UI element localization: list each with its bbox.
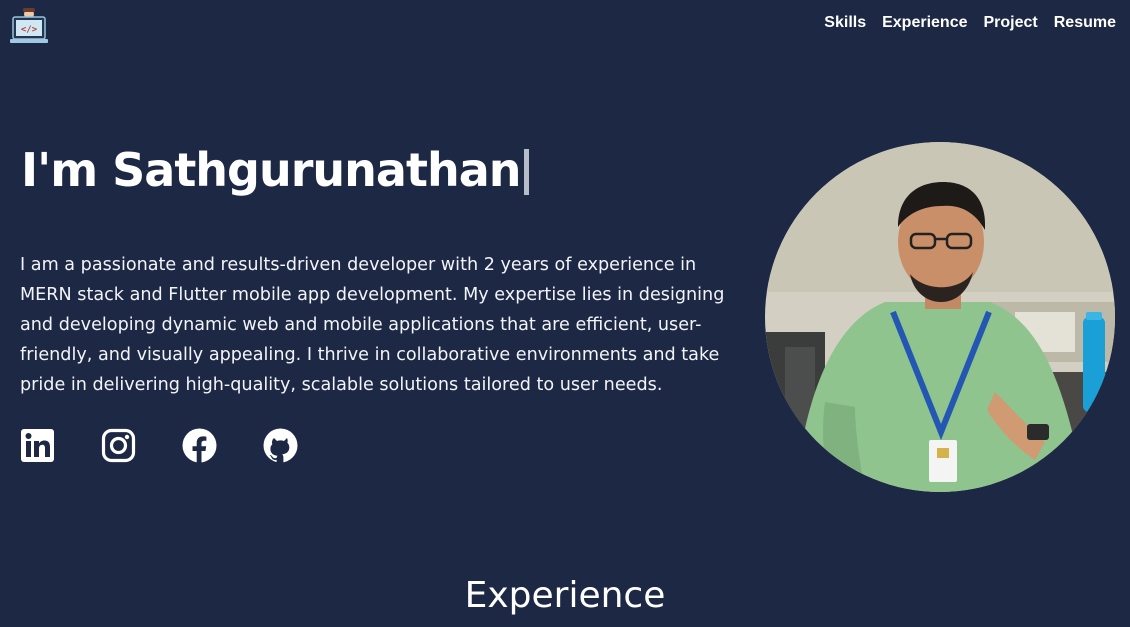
- linkedin-link[interactable]: [20, 428, 55, 463]
- facebook-link[interactable]: [182, 428, 217, 463]
- nav-project[interactable]: Project: [984, 14, 1038, 32]
- instagram-link[interactable]: [101, 428, 136, 463]
- top-nav: Skills Experience Project Resume: [824, 14, 1116, 32]
- nav-skills[interactable]: Skills: [824, 14, 866, 32]
- hero-title-text: I'm Sathgurunathan: [21, 143, 521, 197]
- profile-portrait: [765, 142, 1115, 492]
- facebook-icon: [182, 428, 217, 463]
- github-link[interactable]: [263, 428, 298, 463]
- svg-text:</>: </>: [21, 25, 38, 35]
- intro-paragraph: I am a passionate and results-driven dev…: [20, 255, 725, 395]
- social-links: [20, 428, 298, 463]
- instagram-icon: [101, 428, 136, 463]
- developer-logo-icon: </>: [10, 8, 48, 43]
- nav-experience[interactable]: Experience: [882, 14, 967, 32]
- nav-resume[interactable]: Resume: [1054, 14, 1116, 32]
- hero-heading: I'm Sathgurunathan: [21, 138, 530, 202]
- typing-cursor: [524, 149, 530, 195]
- github-icon: [263, 428, 298, 463]
- linkedin-icon: [21, 429, 54, 462]
- site-logo[interactable]: </>: [10, 8, 48, 44]
- experience-heading: Experience: [464, 575, 666, 616]
- profile-photo: [765, 142, 1115, 492]
